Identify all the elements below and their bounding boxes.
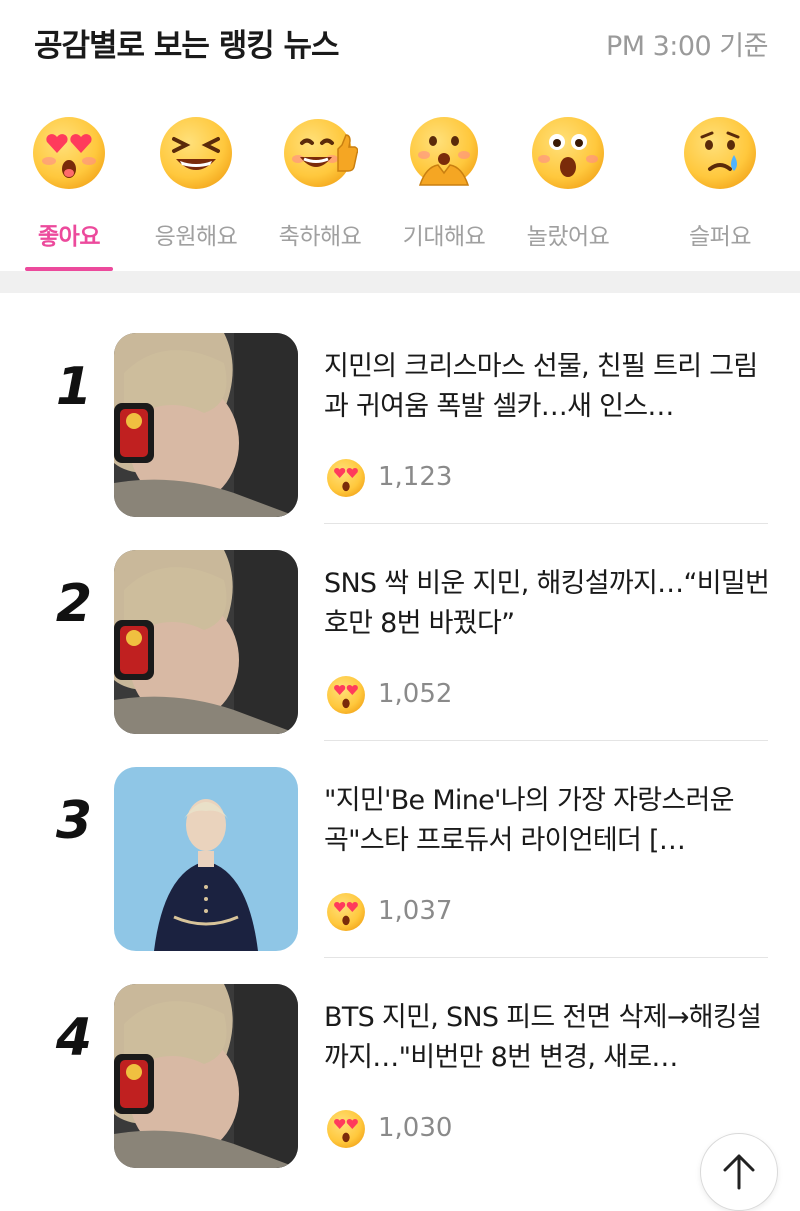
arrow-up-icon bbox=[723, 1154, 755, 1190]
news-item[interactable]: 3 "지민'Be Mine'나의 가장 자랑스러운 곡"스타 프로듀서 라이언테… bbox=[0, 727, 800, 958]
section-separator bbox=[0, 271, 800, 293]
tab-label: 좋아요 bbox=[38, 224, 100, 250]
surprised-emoji-icon bbox=[532, 117, 604, 189]
news-thumbnail[interactable] bbox=[114, 984, 298, 1168]
laughing-emoji-icon bbox=[160, 117, 232, 189]
like-count-value: 1,030 bbox=[378, 1113, 453, 1143]
rank-number: 4 bbox=[55, 1008, 93, 1068]
scroll-top-button[interactable] bbox=[700, 1133, 778, 1211]
news-item[interactable]: 2 SNS 싹 비운 지민, 해킹설까지…“비밀번호만 8번 바꿨다” 1,05… bbox=[0, 510, 800, 741]
tab-label: 응원해요 bbox=[154, 224, 238, 250]
hopeful-emoji-icon bbox=[410, 117, 478, 186]
news-thumbnail[interactable] bbox=[114, 550, 298, 734]
tab-expect[interactable]: 기대해요 bbox=[382, 105, 506, 270]
news-headline: "지민'Be Mine'나의 가장 자랑스러운 곡"스타 프로듀서 라이언테더 … bbox=[324, 785, 735, 856]
tab-label: 기대해요 bbox=[402, 224, 486, 250]
heart-eyes-emoji-icon bbox=[327, 893, 365, 931]
timestamp: PM 3:00 기준 bbox=[605, 31, 769, 62]
page-title: 공감별로 보는 랭킹 뉴스 bbox=[34, 28, 340, 64]
thumbs-up-emoji-icon bbox=[284, 119, 358, 187]
tab-cheer[interactable]: 응원해요 bbox=[134, 105, 258, 270]
heart-eyes-emoji-icon bbox=[33, 117, 105, 189]
rank-number: 1 bbox=[55, 357, 93, 417]
news-item[interactable]: 1 지민의 크리스마스 선물, 친필 트리 그림과 귀여움 폭발 셀카…새 인스… bbox=[0, 293, 800, 524]
news-headline: BTS 지민, SNS 피드 전면 삭제→해킹설까지…"비번만 8번 변경, 새… bbox=[324, 1002, 762, 1073]
like-count-value: 1,052 bbox=[378, 679, 453, 709]
tab-label: 놀랐어요 bbox=[526, 224, 610, 250]
like-count-value: 1,037 bbox=[378, 896, 453, 926]
news-headline: SNS 싹 비운 지민, 해킹설까지…“비밀번호만 8번 바꿨다” bbox=[324, 568, 770, 639]
like-count-value: 1,123 bbox=[378, 462, 453, 492]
news-headline: 지민의 크리스마스 선물, 친필 트리 그림과 귀여움 폭발 셀카…새 인스… bbox=[324, 351, 758, 422]
tab-sad[interactable]: 슬퍼요 bbox=[658, 105, 782, 270]
news-item[interactable]: 4 BTS 지민, SNS 피드 전면 삭제→해킹설까지…"비번만 8번 변경,… bbox=[0, 944, 800, 1168]
rank-number: 2 bbox=[55, 574, 93, 634]
page-header: 공감별로 보는 랭킹 뉴스 PM 3:00 기준 bbox=[0, 0, 800, 90]
rank-number: 3 bbox=[55, 791, 93, 851]
tab-congrats[interactable]: 축하해요 bbox=[258, 105, 382, 270]
tab-like[interactable]: 좋아요 bbox=[7, 105, 131, 271]
tab-label: 슬퍼요 bbox=[689, 224, 751, 250]
news-thumbnail[interactable] bbox=[114, 767, 298, 951]
crying-emoji-icon bbox=[684, 117, 756, 189]
tab-label: 축하해요 bbox=[278, 224, 362, 250]
heart-eyes-emoji-icon bbox=[327, 1110, 365, 1148]
heart-eyes-emoji-icon bbox=[327, 459, 365, 497]
reaction-tabs: 좋아요 응원해요 축하해요 기대해요 놀랐어요 슬퍼요 bbox=[0, 105, 800, 271]
tab-surprised[interactable]: 놀랐어요 bbox=[506, 105, 630, 270]
heart-eyes-emoji-icon bbox=[327, 676, 365, 714]
news-thumbnail[interactable] bbox=[114, 333, 298, 517]
